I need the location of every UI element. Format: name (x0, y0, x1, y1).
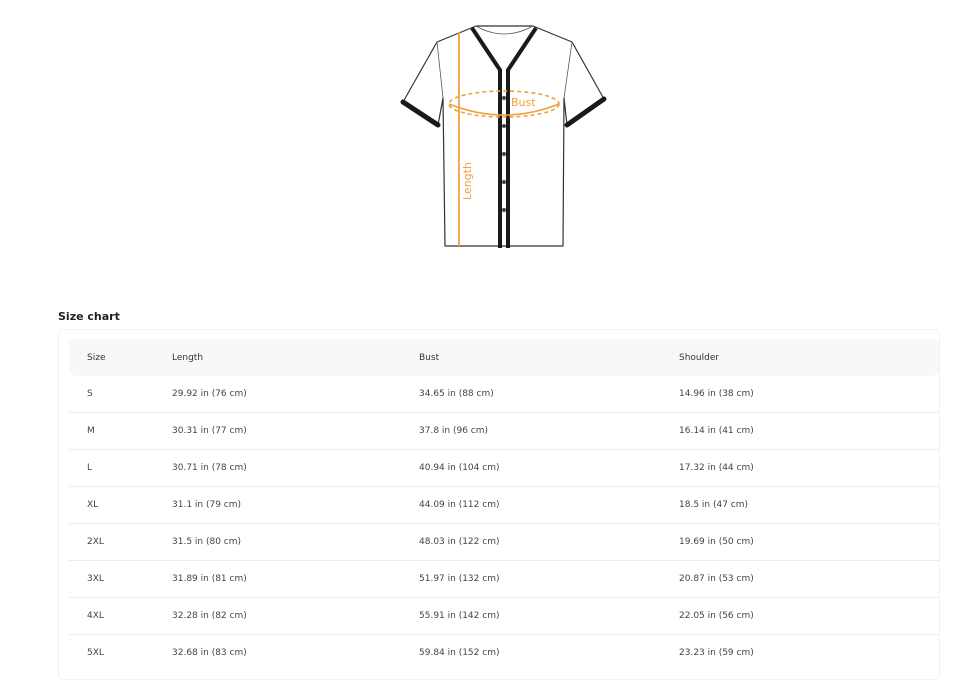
cell-bust: 59.84 in (152 cm) (419, 648, 500, 658)
size-chart-title: Size chart (58, 310, 120, 323)
table-row: XL 31.1 in (79 cm) 44.09 in (112 cm) 18.… (69, 486, 939, 524)
cell-length: 32.68 in (83 cm) (172, 648, 247, 658)
cell-bust: 51.97 in (132 cm) (419, 560, 679, 598)
cell-size: L (69, 449, 172, 487)
cell-size: 5XL (87, 648, 104, 658)
cell-size: 4XL (69, 597, 172, 635)
bust-label: Bust (511, 96, 536, 109)
cell-length: 31.89 in (81 cm) (172, 560, 419, 598)
cell-shoulder: 14.96 in (38 cm) (679, 376, 939, 413)
cell-shoulder: 16.14 in (41 cm) (679, 412, 939, 450)
cell-shoulder: 23.23 in (59 cm) (679, 648, 754, 658)
cell-length: 29.92 in (76 cm) (172, 376, 419, 413)
cell-bust: 44.09 in (112 cm) (419, 486, 679, 524)
cell-shoulder: 22.05 in (56 cm) (679, 597, 939, 635)
cell-bust: 34.65 in (88 cm) (419, 376, 679, 413)
cell-shoulder: 18.5 in (47 cm) (679, 486, 939, 524)
table-row: 4XL 32.28 in (82 cm) 55.91 in (142 cm) 2… (69, 597, 939, 635)
jersey-illustration: Bust Length (396, 18, 616, 258)
column-header-bust: Bust (419, 352, 440, 363)
cell-bust: 37.8 in (96 cm) (419, 412, 679, 450)
column-header-size: Size (87, 352, 106, 363)
cell-length: 32.28 in (82 cm) (172, 597, 419, 635)
table-row: S 29.92 in (76 cm) 34.65 in (88 cm) 14.9… (69, 376, 939, 413)
length-label: Length (461, 162, 474, 200)
cell-bust: 48.03 in (122 cm) (419, 523, 679, 561)
cell-bust: 55.91 in (142 cm) (419, 597, 679, 635)
cell-length: 30.71 in (78 cm) (172, 449, 419, 487)
table-row: 5XL 32.68 in (83 cm) 59.84 in (152 cm) 2… (69, 635, 939, 672)
table-row: L 30.71 in (78 cm) 40.94 in (104 cm) 17.… (69, 449, 939, 487)
cell-size: XL (69, 486, 172, 524)
cell-shoulder: 19.69 in (50 cm) (679, 523, 939, 561)
column-header-length: Length (172, 352, 204, 363)
size-chart-table: Size Length Bust Shoulder S 29.92 in (76… (69, 339, 939, 671)
column-header-shoulder: Shoulder (679, 352, 720, 363)
cell-size: 3XL (69, 560, 172, 598)
cell-length: 31.1 in (79 cm) (172, 486, 419, 524)
cell-length: 30.31 in (77 cm) (172, 412, 419, 450)
table-header-row: Size Length Bust Shoulder (69, 339, 939, 376)
table-row: M 30.31 in (77 cm) 37.8 in (96 cm) 16.14… (69, 412, 939, 450)
cell-size: M (69, 412, 172, 450)
cell-size: S (69, 376, 172, 413)
cell-shoulder: 20.87 in (53 cm) (679, 560, 939, 598)
cell-size: 2XL (69, 523, 172, 561)
table-row: 2XL 31.5 in (80 cm) 48.03 in (122 cm) 19… (69, 523, 939, 561)
cell-shoulder: 17.32 in (44 cm) (679, 449, 939, 487)
cell-length: 31.5 in (80 cm) (172, 523, 419, 561)
size-chart-table-card: Size Length Bust Shoulder S 29.92 in (76… (58, 329, 940, 680)
baseball-jersey-icon: Bust Length (400, 25, 607, 248)
cell-bust: 40.94 in (104 cm) (419, 449, 679, 487)
table-row: 3XL 31.89 in (81 cm) 51.97 in (132 cm) 2… (69, 560, 939, 598)
